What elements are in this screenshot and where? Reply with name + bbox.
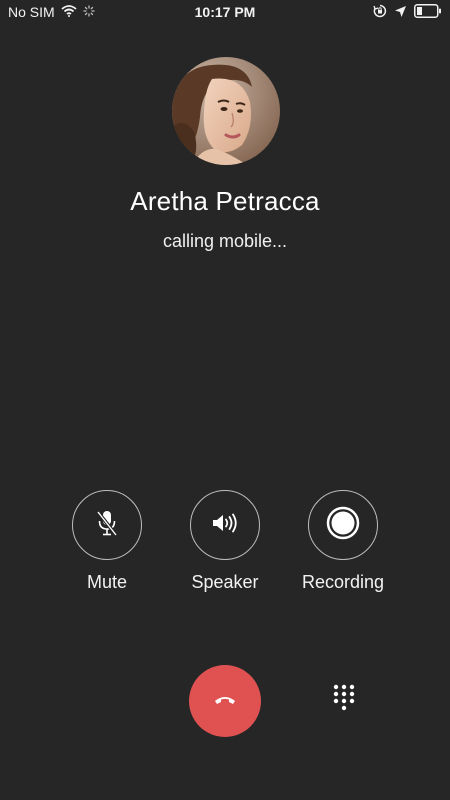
status-right bbox=[373, 4, 442, 21]
speaker-label: Speaker bbox=[191, 572, 259, 592]
end-call-button[interactable] bbox=[189, 665, 261, 737]
speaker-action: Speaker bbox=[170, 490, 280, 593]
recording-label: Recording bbox=[301, 572, 385, 592]
contact-name: Aretha Petracca bbox=[130, 186, 320, 216]
mute-button[interactable] bbox=[72, 490, 142, 560]
contact-avatar bbox=[172, 57, 280, 165]
speaker-icon bbox=[211, 512, 239, 539]
record-icon bbox=[326, 506, 360, 545]
status-bar: No SIM 10:17 PM bbox=[0, 0, 450, 26]
speaker-button[interactable] bbox=[190, 490, 260, 560]
dialpad-button[interactable] bbox=[328, 683, 360, 717]
mute-action: Mute bbox=[52, 490, 162, 593]
location-arrow-icon bbox=[394, 5, 407, 21]
mic-off-icon bbox=[96, 509, 118, 542]
rotation-lock-icon bbox=[373, 4, 387, 21]
call-status: calling mobile... bbox=[162, 231, 288, 251]
phone-hangup-icon bbox=[213, 692, 237, 710]
battery-icon bbox=[414, 4, 442, 21]
recording-button[interactable] bbox=[308, 490, 378, 560]
mute-label: Mute bbox=[86, 572, 128, 592]
recording-action: Recording bbox=[288, 490, 398, 593]
dialpad-icon bbox=[328, 684, 360, 721]
